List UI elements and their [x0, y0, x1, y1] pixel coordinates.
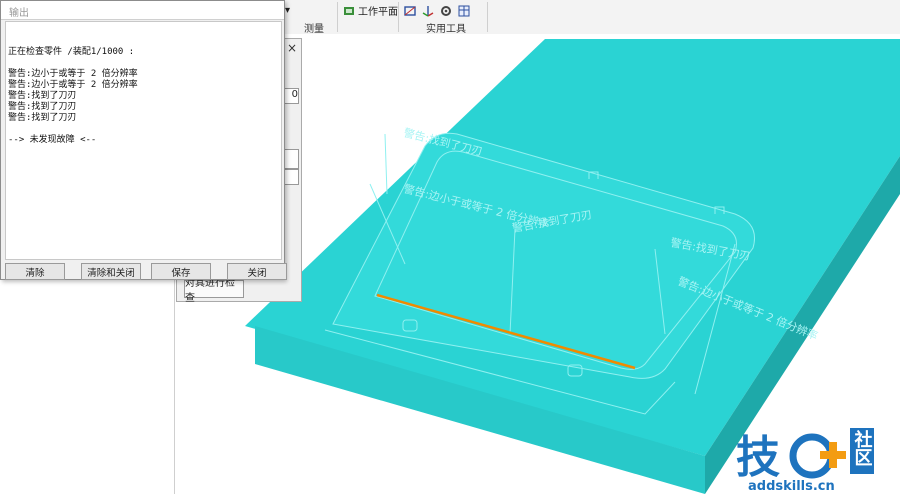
grid-icon[interactable] [458, 5, 470, 17]
logo-char: 技 [736, 432, 780, 483]
work-plane-button[interactable]: 工作平面 [343, 3, 398, 18]
gear-icon[interactable] [440, 5, 452, 17]
divider [398, 2, 399, 32]
clear-and-close-button[interactable]: 清除和关闭 [81, 263, 141, 280]
view-icon[interactable] [404, 5, 416, 17]
output-line: 正在检查零件 /装配1/1000 : [8, 47, 135, 57]
axis-icon[interactable] [422, 5, 434, 17]
work-plane-icon [344, 6, 354, 15]
divider [487, 2, 488, 32]
output-title: 输出 [9, 8, 29, 19]
utilities-toolbar [404, 3, 470, 18]
output-title-bar[interactable]: 输出 [1, 1, 284, 20]
work-plane-label: 工作平面 [358, 7, 398, 18]
logo-url: addskills.cn [748, 479, 835, 494]
output-line: --> 未发现故障 <-- [8, 135, 97, 145]
output-line: 警告:找到了刀刃 [8, 113, 77, 123]
output-text-area[interactable]: 正在检查零件 /装配1/1000 : 警告:边小于或等于 2 倍分辨率 警告:边… [5, 21, 282, 260]
divider [337, 2, 338, 32]
check-button[interactable]: 对其进行检查 [184, 278, 244, 304]
watermark-logo: 技 社区 addskills.cn [734, 424, 900, 494]
logo-badge-text: 社区 [852, 429, 873, 466]
close-button[interactable]: 关闭 [227, 263, 287, 280]
output-window: 输出 正在检查零件 /装配1/1000 : 警告:边小于或等于 2 倍分辨率 警… [0, 0, 287, 280]
clear-button[interactable]: 清除 [5, 263, 65, 280]
measure-group-label: 测量 [304, 24, 324, 35]
logo-plus-v [829, 442, 837, 468]
utilities-group-label: 实用工具 [426, 24, 466, 35]
chevron-down-icon: ▾ [285, 5, 291, 16]
close-icon[interactable]: × [287, 41, 297, 55]
save-button[interactable]: 保存 [151, 263, 211, 280]
